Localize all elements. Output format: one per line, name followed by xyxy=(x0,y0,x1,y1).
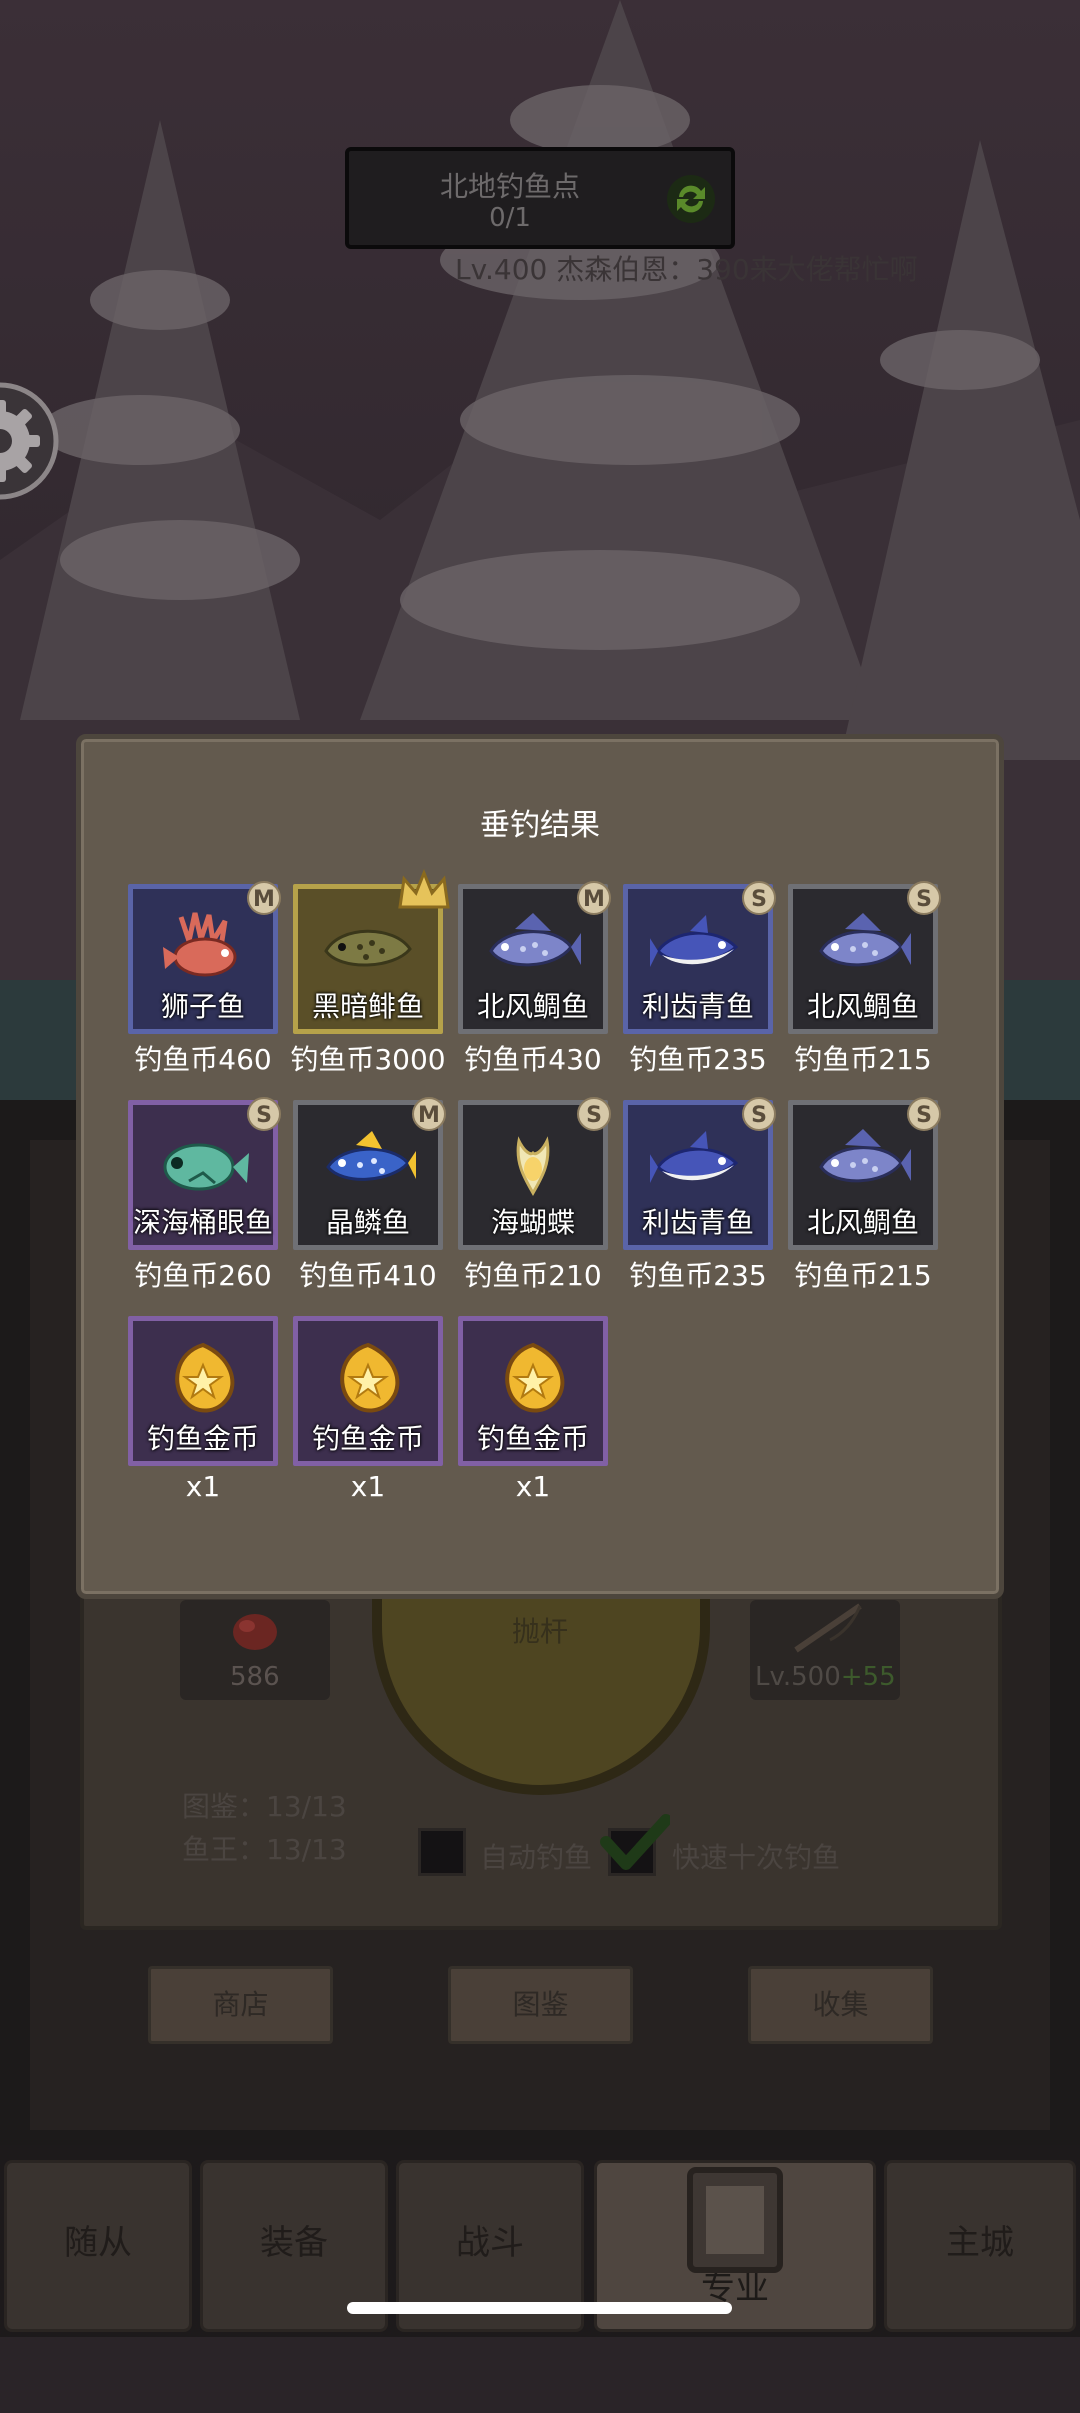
crown-icon xyxy=(396,868,452,913)
refresh-icon[interactable] xyxy=(663,171,719,227)
item-name: 利齿青鱼 xyxy=(641,1206,754,1239)
item-name: 黑暗鲱鱼 xyxy=(311,990,424,1023)
item-name: 利齿青鱼 xyxy=(641,990,754,1023)
fishing-rod-icon xyxy=(794,1603,862,1653)
dialog-title: 垂钓结果 xyxy=(480,808,600,843)
world-chat-notice: Lv.400 杰森伯恩：390来大佬帮忙啊 xyxy=(455,253,918,286)
tuna-icon xyxy=(648,1123,746,1203)
auto-fish-label: 自动钓鱼 xyxy=(480,1841,593,1874)
auto-fish-checkbox[interactable] xyxy=(418,1828,466,1876)
item-price: 钓鱼币210 xyxy=(464,1259,602,1292)
result-item[interactable]: M 北风鲷鱼 xyxy=(458,881,611,1034)
rarity-badge: S xyxy=(742,881,776,915)
item-name: 钓鱼金币 xyxy=(146,1422,259,1455)
bait-count: 586 xyxy=(230,1662,280,1692)
gold-coin-icon xyxy=(320,1339,416,1419)
collect-button[interactable]: 收集 xyxy=(748,1966,933,2044)
shop-button[interactable]: 商店 xyxy=(148,1966,333,2044)
checkmark-icon xyxy=(600,1814,670,1870)
result-item[interactable]: S 利齿青鱼 xyxy=(623,881,776,1034)
item-price: 钓鱼币235 xyxy=(629,1259,767,1292)
home-indicator[interactable] xyxy=(347,2302,732,2314)
fishing-spot-banner: 北地钓鱼点 0/1 xyxy=(345,147,735,249)
item-name: 钓鱼金币 xyxy=(476,1422,589,1455)
dark-herring-icon xyxy=(320,907,416,987)
result-item[interactable]: 钓鱼金币 xyxy=(128,1316,278,1466)
item-name: 狮子鱼 xyxy=(160,990,245,1023)
tab-followers[interactable]: 随从 xyxy=(4,2160,192,2332)
rarity-badge: S xyxy=(247,1097,281,1131)
rod-level-value: Lv.500 xyxy=(755,1662,841,1692)
rarity-badge: S xyxy=(907,1097,941,1131)
gold-coin-icon xyxy=(155,1339,251,1419)
snapper-icon xyxy=(485,907,581,987)
gold-coin-icon xyxy=(485,1339,581,1419)
fish-king-stat: 鱼王：13/13 xyxy=(182,1833,347,1866)
rarity-badge: S xyxy=(577,1097,611,1131)
result-item[interactable]: M 晶鳞鱼 xyxy=(293,1097,446,1250)
item-price: 钓鱼币215 xyxy=(794,1259,932,1292)
item-price: 钓鱼币260 xyxy=(134,1259,272,1292)
rarity-badge: M xyxy=(247,881,281,915)
catalog-stat: 图鉴：13/13 xyxy=(182,1790,347,1823)
tab-main-city[interactable]: 主城 xyxy=(884,2160,1076,2332)
barreleye-icon xyxy=(155,1123,251,1203)
fast-ten-label: 快速十次钓鱼 xyxy=(672,1841,841,1874)
item-price: 钓鱼币235 xyxy=(629,1043,767,1076)
result-item[interactable]: 钓鱼金币 xyxy=(458,1316,608,1466)
profession-scroll-icon xyxy=(687,2167,783,2273)
item-name: 深海桶眼鱼 xyxy=(132,1206,273,1239)
item-name: 北风鲷鱼 xyxy=(476,990,589,1023)
item-name: 钓鱼金币 xyxy=(311,1422,424,1455)
item-name: 北风鲷鱼 xyxy=(806,990,919,1023)
result-item[interactable]: S 利齿青鱼 xyxy=(623,1097,776,1250)
fishing-spot-name: 北地钓鱼点 xyxy=(439,170,580,203)
rarity-badge: M xyxy=(577,881,611,915)
settings-gear-icon[interactable] xyxy=(0,372,70,510)
crystal-fish-icon xyxy=(320,1123,416,1203)
result-item[interactable]: S 深海桶眼鱼 xyxy=(128,1097,281,1250)
rod-level-bonus: +55 xyxy=(840,1662,896,1692)
tuna-icon xyxy=(648,907,746,987)
lionfish-icon xyxy=(155,907,251,987)
fishing-spot-progress: 0/1 xyxy=(489,203,531,233)
result-item[interactable]: S 北风鲷鱼 xyxy=(788,1097,941,1250)
cast-button-label: 抛杆 xyxy=(512,1615,569,1648)
result-item[interactable]: 钓鱼金币 xyxy=(293,1316,443,1466)
item-price: 钓鱼币460 xyxy=(134,1043,272,1076)
item-name: 海蝴蝶 xyxy=(490,1206,575,1239)
bait-icon xyxy=(233,1614,277,1650)
item-price: 钓鱼币430 xyxy=(464,1043,602,1076)
rod-level: Lv.500+55 xyxy=(755,1662,896,1692)
snapper-icon xyxy=(815,907,911,987)
rarity-badge: M xyxy=(412,1097,446,1131)
item-name: 晶鳞鱼 xyxy=(325,1206,410,1239)
result-item[interactable]: S 北风鲷鱼 xyxy=(788,881,941,1034)
item-price: x1 xyxy=(515,1470,551,1503)
rarity-badge: S xyxy=(907,881,941,915)
item-price: x1 xyxy=(185,1470,221,1503)
item-price: x1 xyxy=(350,1470,386,1503)
result-item[interactable]: S 海蝴蝶 xyxy=(458,1097,611,1250)
item-price: 钓鱼币215 xyxy=(794,1043,932,1076)
item-name: 北风鲷鱼 xyxy=(806,1206,919,1239)
sea-butterfly-icon xyxy=(485,1123,581,1203)
catalog-button[interactable]: 图鉴 xyxy=(448,1966,633,2044)
snapper-icon xyxy=(815,1123,911,1203)
result-item[interactable]: 黑暗鲱鱼 xyxy=(293,868,450,1034)
item-price: 钓鱼币3000 xyxy=(290,1043,446,1076)
item-price: 钓鱼币410 xyxy=(299,1259,437,1292)
result-item[interactable]: M 狮子鱼 xyxy=(128,881,281,1034)
rarity-badge: S xyxy=(742,1097,776,1131)
